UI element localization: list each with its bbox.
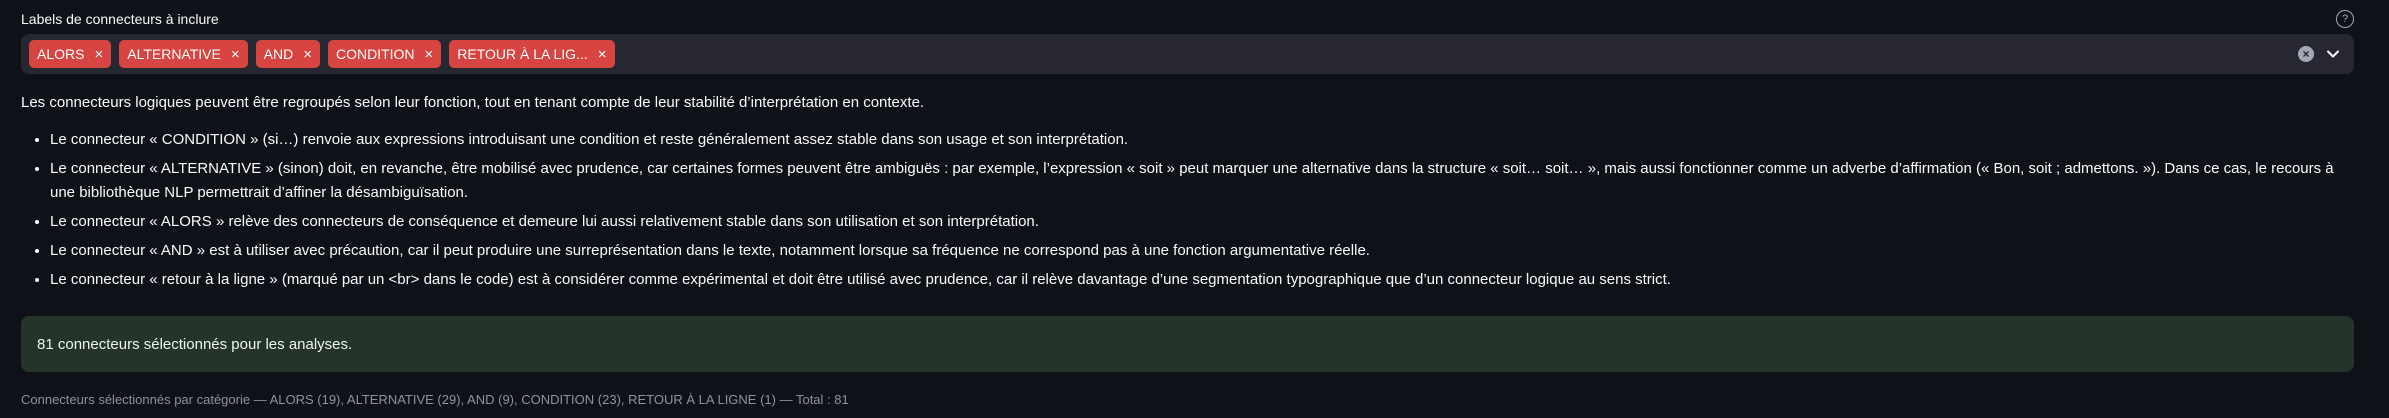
description-intro: Les connecteurs logiques peuvent être re… [21, 94, 925, 111]
tag-label: AND [263, 46, 294, 62]
tag-and: AND × [255, 40, 320, 68]
bullet-condition: Le connecteur « CONDITION » (si…) renvoi… [50, 128, 2354, 152]
bullet-and: Le connecteur « AND » est à utiliser ave… [50, 239, 2354, 263]
category-summary-caption: Connecteurs sélectionnés par catégorie —… [21, 392, 849, 407]
question-circle-icon[interactable]: ? [2336, 10, 2354, 28]
bullet-alternative: Le connecteur « ALTERNATIVE » (sinon) do… [50, 157, 2354, 205]
connector-labels-multiselect[interactable]: ALORS × ALTERNATIVE × AND × CONDITION × … [21, 34, 2354, 74]
tag-condition: CONDITION × [327, 40, 442, 68]
tag-remove-icon[interactable]: × [598, 47, 607, 62]
multiselect-label-row: Labels de connecteurs à inclure ? [21, 8, 2368, 30]
success-alert: 81 connecteurs sélectionnés pour les ana… [21, 316, 2354, 372]
tag-remove-icon[interactable]: × [425, 47, 434, 62]
tag-label: CONDITION [335, 46, 415, 62]
tag-remove-icon[interactable]: × [231, 47, 240, 62]
connector-filter-panel: Labels de connecteurs à inclure ? ALORS … [0, 0, 2389, 418]
success-message: 81 connecteurs sélectionnés pour les ana… [37, 335, 353, 353]
tag-remove-icon[interactable]: × [94, 47, 103, 62]
connector-description: Les connecteurs logiques peuvent être re… [21, 92, 2354, 297]
tag-label: ALTERNATIVE [127, 46, 221, 62]
multiselect-label: Labels de connecteurs à inclure [21, 11, 219, 27]
multiselect-controls: × [2298, 46, 2340, 62]
selected-tags: ALORS × ALTERNATIVE × AND × CONDITION × … [29, 40, 2298, 68]
clear-all-icon[interactable]: × [2298, 46, 2314, 62]
tag-alternative: ALTERNATIVE × [119, 40, 248, 68]
chevron-down-icon[interactable] [2326, 47, 2340, 61]
tag-alors: ALORS × [29, 40, 112, 68]
tag-label: ALORS [37, 46, 85, 62]
tag-remove-icon[interactable]: × [303, 47, 312, 62]
description-bullets: Le connecteur « CONDITION » (si…) renvoi… [21, 128, 2354, 292]
bullet-alors: Le connecteur « ALORS » relève des conne… [50, 210, 2354, 234]
tag-label: RETOUR À LA LIG... [457, 46, 588, 62]
bullet-retour-a-la-ligne: Le connecteur « retour à la ligne » (mar… [50, 268, 2354, 292]
tag-retour-a-la-ligne: RETOUR À LA LIG... × [449, 40, 615, 68]
